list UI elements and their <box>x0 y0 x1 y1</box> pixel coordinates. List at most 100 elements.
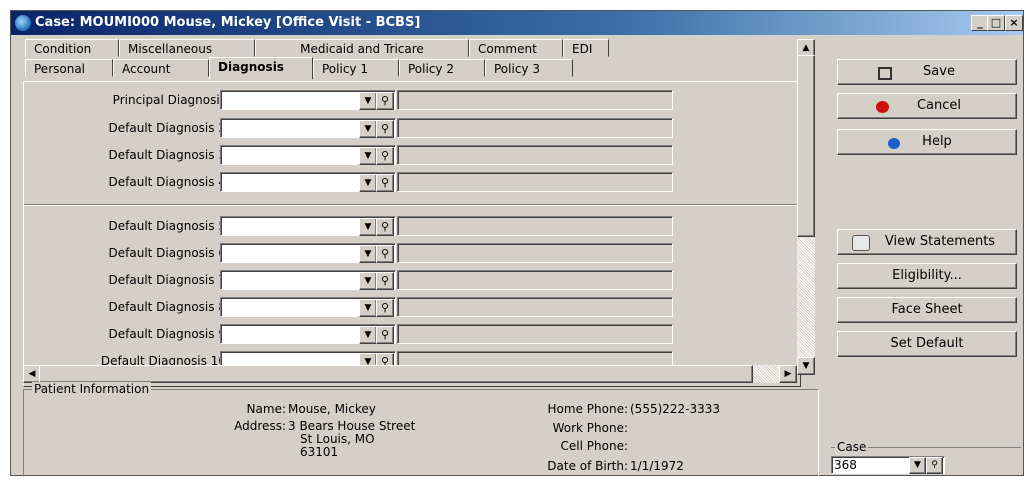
view-statements-label: View Statements <box>884 234 996 249</box>
tab-policy-2[interactable]: Policy 2 <box>399 59 485 77</box>
tab-miscellaneous[interactable]: Miscellaneous <box>119 39 255 57</box>
scroll-down-icon[interactable]: ▼ <box>797 357 815 375</box>
lookup-icon[interactable]: ⚲ <box>376 174 394 192</box>
chevron-down-icon[interactable]: ▼ <box>359 299 377 317</box>
lookup-icon[interactable]: ⚲ <box>376 147 394 165</box>
tab-label: Policy 2 <box>408 62 454 76</box>
chevron-down-icon[interactable]: ▼ <box>359 326 377 344</box>
set-default-button[interactable]: Set Default <box>837 331 1017 357</box>
tab-comment[interactable]: Comment <box>469 39 563 57</box>
default-diagnosis-3-row: Default Diagnosis 3: ▼ ⚲ <box>24 145 804 167</box>
lookup-icon[interactable]: ⚲ <box>926 457 943 474</box>
case-combo[interactable]: 368 ▼ ⚲ <box>831 456 945 474</box>
tab-policy-3[interactable]: Policy 3 <box>485 59 573 77</box>
address-line-2: St Louis, MO <box>300 432 375 446</box>
view-statements-button[interactable]: View Statements <box>837 229 1017 255</box>
diagnosis-description <box>397 145 673 165</box>
tab-label: Policy 1 <box>322 62 368 76</box>
default-diagnosis-9-combo[interactable]: ▼ ⚲ <box>220 324 396 344</box>
field-label: Default Diagnosis 4: <box>108 175 230 189</box>
diagnosis-panel: Principal Diagnosis: ▼ ⚲ Default Diagnos… <box>23 81 801 387</box>
default-diagnosis-8-row: Default Diagnosis 8: ▼ ⚲ <box>24 297 804 319</box>
default-diagnosis-6-combo[interactable]: ▼ ⚲ <box>220 243 396 263</box>
default-diagnosis-7-row: Default Diagnosis 7: ▼ ⚲ <box>24 270 804 292</box>
group-divider <box>24 204 798 206</box>
home-phone: (555)222-3333 <box>630 402 721 416</box>
tab-account[interactable]: Account <box>113 59 209 77</box>
lookup-icon[interactable]: ⚲ <box>376 245 394 263</box>
address-line-3: 63101 <box>300 445 339 459</box>
vertical-scrollbar[interactable]: ▲ ▼ <box>797 39 815 375</box>
address-label: Address: <box>234 419 286 433</box>
chevron-down-icon[interactable]: ▼ <box>359 174 377 192</box>
field-label: Default Diagnosis 7: <box>108 273 230 287</box>
lookup-icon[interactable]: ⚲ <box>376 326 394 344</box>
tab-medicaid-tricare[interactable]: Medicaid and Tricare <box>255 39 469 57</box>
floppy-disk-icon <box>878 67 892 80</box>
chevron-down-icon[interactable]: ▼ <box>359 245 377 263</box>
help-icon <box>888 138 900 149</box>
tab-edi[interactable]: EDI <box>563 39 609 57</box>
cell-phone-label: Cell Phone: <box>560 439 628 453</box>
maximize-button[interactable]: □ <box>987 15 1005 31</box>
horizontal-scroll-thumb[interactable] <box>39 365 753 383</box>
default-diagnosis-2-combo[interactable]: ▼ ⚲ <box>220 118 396 138</box>
field-label: Default Diagnosis 3: <box>108 148 230 162</box>
field-label: Default Diagnosis 5: <box>108 219 230 233</box>
case-value: 368 <box>834 458 857 472</box>
case-group: Case 368 ▼ ⚲ <box>831 440 1021 482</box>
default-diagnosis-4-row: Default Diagnosis 4: ▼ ⚲ <box>24 172 804 194</box>
lookup-icon[interactable]: ⚲ <box>376 92 394 110</box>
default-diagnosis-3-combo[interactable]: ▼ ⚲ <box>220 145 396 165</box>
patient-information-group: Patient Information Name: Mouse, Mickey … <box>23 382 819 477</box>
tab-condition[interactable]: Condition <box>25 39 119 57</box>
window-title: Case: MOUMI000 Mouse, Mickey [Office Vis… <box>35 15 421 30</box>
chevron-down-icon[interactable]: ▼ <box>359 147 377 165</box>
face-sheet-button[interactable]: Face Sheet <box>837 297 1017 323</box>
lookup-icon[interactable]: ⚲ <box>376 120 394 138</box>
diagnosis-description <box>397 243 673 263</box>
chevron-down-icon[interactable]: ▼ <box>359 218 377 236</box>
address-line-1: 3 Bears House Street <box>288 419 416 433</box>
default-diagnosis-2-row: Default Diagnosis 2: ▼ ⚲ <box>24 118 804 140</box>
tab-diagnosis[interactable]: Diagnosis <box>209 57 313 79</box>
chevron-down-icon[interactable]: ▼ <box>359 120 377 138</box>
default-diagnosis-7-combo[interactable]: ▼ ⚲ <box>220 270 396 290</box>
save-label: Save <box>923 64 955 79</box>
help-button[interactable]: Help <box>837 129 1017 155</box>
default-diagnosis-4-combo[interactable]: ▼ ⚲ <box>220 172 396 192</box>
help-label: Help <box>922 134 952 149</box>
date-of-birth: 1/1/1972 <box>630 459 684 473</box>
scroll-right-icon[interactable]: ▶ <box>779 365 797 383</box>
chevron-down-icon[interactable]: ▼ <box>359 92 377 110</box>
tab-label: Account <box>122 62 171 76</box>
default-diagnosis-8-combo[interactable]: ▼ ⚲ <box>220 297 396 317</box>
default-diagnosis-5-combo[interactable]: ▼ ⚲ <box>220 216 396 236</box>
diagnosis-description <box>397 297 673 317</box>
home-phone-label: Home Phone: <box>547 402 628 416</box>
tab-label: Policy 3 <box>494 62 540 76</box>
field-label: Default Diagnosis 9: <box>108 327 230 341</box>
name-label: Name: <box>246 402 286 416</box>
title-bar[interactable]: Case: MOUMI000 Mouse, Mickey [Office Vis… <box>11 11 1023 35</box>
statement-icon <box>852 235 870 251</box>
principal-diagnosis-combo[interactable]: ▼ ⚲ <box>220 90 396 110</box>
save-button[interactable]: Save <box>837 59 1017 85</box>
lookup-icon[interactable]: ⚲ <box>376 218 394 236</box>
lookup-icon[interactable]: ⚲ <box>376 299 394 317</box>
eligibility-label: Eligibility... <box>892 268 962 283</box>
eligibility-button[interactable]: Eligibility... <box>837 263 1017 289</box>
cancel-button[interactable]: Cancel <box>837 93 1017 119</box>
tab-policy-1[interactable]: Policy 1 <box>313 59 399 77</box>
diagnosis-description <box>397 118 673 138</box>
diagnosis-description <box>397 216 673 236</box>
chevron-down-icon[interactable]: ▼ <box>909 457 926 474</box>
chevron-down-icon[interactable]: ▼ <box>359 272 377 290</box>
horizontal-scrollbar[interactable]: ◀ ▶ <box>23 365 797 383</box>
principal-diagnosis-row: Principal Diagnosis: ▼ ⚲ <box>24 90 804 112</box>
lookup-icon[interactable]: ⚲ <box>376 272 394 290</box>
tab-personal[interactable]: Personal <box>25 59 113 77</box>
close-button[interactable]: × <box>1005 15 1023 31</box>
vertical-scroll-thumb[interactable] <box>797 55 815 237</box>
app-icon <box>15 15 31 31</box>
